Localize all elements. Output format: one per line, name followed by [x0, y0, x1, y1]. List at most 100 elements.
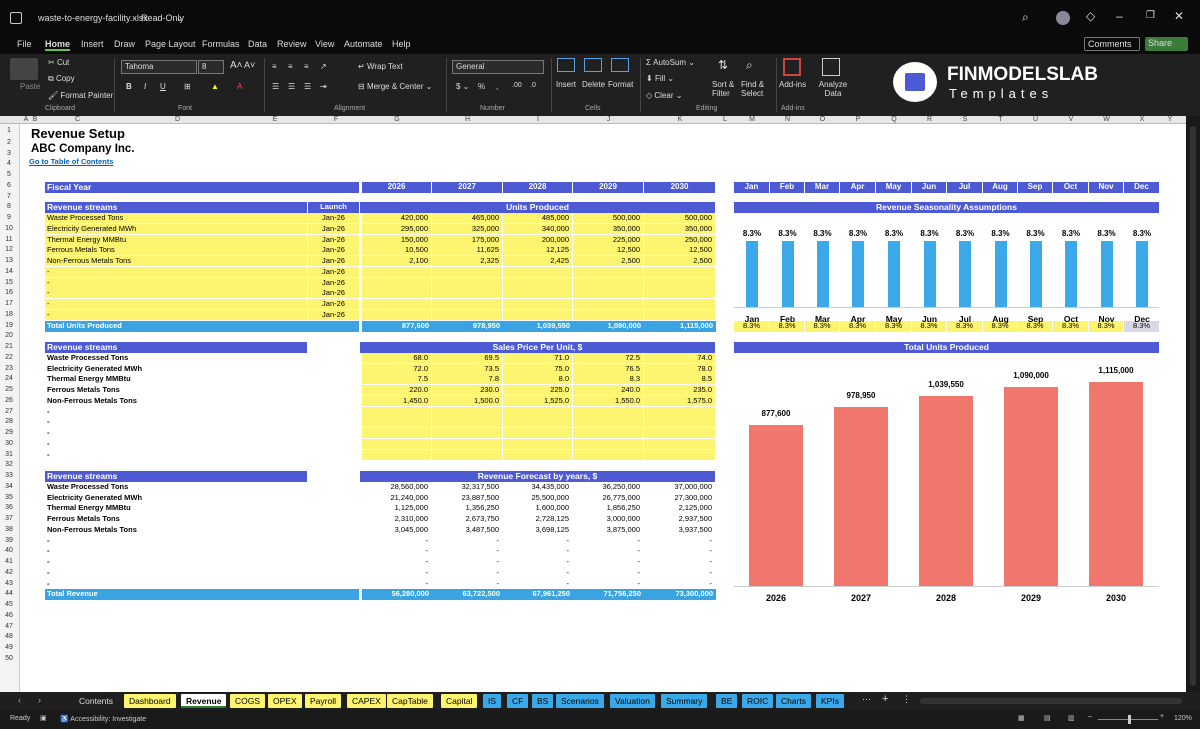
menu-draw[interactable]: Draw [114, 39, 135, 49]
column-header-g[interactable]: G [362, 116, 432, 123]
clear-button[interactable]: ◇ Clear ⌄ [646, 91, 682, 100]
row-header-39[interactable]: 39 [0, 537, 18, 544]
sheet-tab-revenue[interactable]: Revenue [181, 694, 227, 708]
merge-center-button[interactable]: ⊟ Merge & Center ⌄ [358, 82, 432, 91]
sheet-tab-be[interactable]: BE [716, 694, 738, 708]
row-header-34[interactable]: 34 [0, 483, 18, 490]
row-header-21[interactable]: 21 [0, 343, 18, 350]
row-header-11[interactable]: 11 [0, 236, 18, 243]
sheet-tab-bs[interactable]: BS [532, 694, 554, 708]
avatar[interactable] [1056, 11, 1070, 25]
align-left-icon[interactable]: ☰ [272, 82, 279, 91]
percent-icon[interactable]: % [478, 82, 485, 91]
row-header-37[interactable]: 37 [0, 515, 18, 522]
row-header-15[interactable]: 15 [0, 279, 18, 286]
diamond-icon[interactable]: ◇ [1086, 9, 1095, 23]
column-header-m[interactable]: M [734, 116, 770, 123]
column-header-c[interactable]: C [40, 116, 115, 123]
row-header-14[interactable]: 14 [0, 268, 18, 275]
column-header-n[interactable]: N [770, 116, 805, 123]
page-layout-view-icon[interactable]: ▤ [1044, 714, 1051, 722]
font-name-select[interactable]: Tahoma [121, 60, 197, 74]
row-header-5[interactable]: 5 [0, 171, 18, 178]
menu-insert[interactable]: Insert [81, 39, 104, 49]
row-header-42[interactable]: 42 [0, 569, 18, 576]
find-select-button[interactable]: Find & Select [741, 80, 771, 98]
normal-view-icon[interactable]: ▦ [1018, 714, 1025, 722]
row-header-18[interactable]: 18 [0, 311, 18, 318]
zoom-level[interactable]: 120% [1174, 715, 1192, 722]
add-ins-icon[interactable] [783, 58, 801, 76]
column-header-s[interactable]: S [947, 116, 983, 123]
column-header-b[interactable]: B [30, 116, 40, 123]
menu-page-layout[interactable]: Page Layout [145, 39, 196, 49]
row-header-2[interactable]: 2 [0, 139, 18, 146]
increase-font-icon[interactable]: A˄ [230, 60, 243, 71]
chevron-down-icon[interactable]: ⌄ [176, 13, 184, 24]
column-header-j[interactable]: J [573, 116, 644, 123]
comma-icon[interactable]: , [496, 82, 498, 91]
row-header-48[interactable]: 48 [0, 633, 18, 640]
share-button[interactable]: Share [1145, 37, 1188, 51]
row-header-35[interactable]: 35 [0, 494, 18, 501]
column-header-q[interactable]: Q [876, 116, 912, 123]
find-icon[interactable]: ⌕ [746, 58, 753, 73]
column-header-k[interactable]: K [644, 116, 716, 123]
row-header-36[interactable]: 36 [0, 504, 18, 511]
column-header-w[interactable]: W [1089, 116, 1124, 123]
column-header-v[interactable]: V [1053, 116, 1089, 123]
row-header-47[interactable]: 47 [0, 623, 18, 630]
orientation-icon[interactable]: ↗ [320, 62, 327, 71]
increase-decimal-icon[interactable]: .00 [512, 82, 522, 89]
column-header-l[interactable]: L [716, 116, 734, 123]
worksheet-grid[interactable] [0, 116, 1186, 692]
row-header-10[interactable]: 10 [0, 225, 18, 232]
zoom-in-icon[interactable]: + [1160, 713, 1164, 720]
minimize-icon[interactable]: – [1116, 9, 1123, 23]
row-header-27[interactable]: 27 [0, 408, 18, 415]
menu-view[interactable]: View [315, 39, 334, 49]
sheet-tab-is[interactable]: IS [483, 694, 502, 708]
sheet-tab-payroll[interactable]: Payroll [305, 694, 341, 708]
row-header-9[interactable]: 9 [0, 214, 18, 221]
vertical-scrollbar[interactable] [1186, 116, 1200, 692]
delete-cells-button[interactable]: Delete [582, 80, 605, 89]
row-header-12[interactable]: 12 [0, 246, 18, 253]
align-top-icon[interactable]: ≡ [272, 62, 277, 71]
tab-options-icon[interactable]: ⋮ [902, 694, 911, 705]
sheet-tab-contents[interactable]: Contents [74, 694, 119, 708]
toc-link[interactable]: Go to Table of Contents [29, 157, 113, 167]
menu-file[interactable]: File [17, 39, 32, 49]
column-header-e[interactable]: E [240, 116, 310, 123]
decrease-font-icon[interactable]: A˅ [244, 60, 255, 70]
row-header-25[interactable]: 25 [0, 386, 18, 393]
font-size-select[interactable]: 8 [198, 60, 224, 74]
column-header-f[interactable]: F [310, 116, 362, 123]
menu-data[interactable]: Data [248, 39, 267, 49]
italic-button[interactable]: I [144, 82, 146, 91]
row-header-19[interactable]: 19 [0, 322, 18, 329]
comments-button[interactable]: Comments [1084, 37, 1140, 51]
column-header-r[interactable]: R [912, 116, 947, 123]
row-header-45[interactable]: 45 [0, 601, 18, 608]
underline-button[interactable]: U [160, 82, 166, 91]
restore-icon[interactable]: ❐ [1146, 10, 1155, 21]
row-header-1[interactable]: 1 [0, 127, 18, 134]
row-header-22[interactable]: 22 [0, 354, 18, 361]
borders-icon[interactable]: ⊞ [184, 82, 191, 91]
sheet-tab-dashboard[interactable]: Dashboard [124, 694, 176, 708]
column-header-y[interactable]: Y [1160, 116, 1180, 123]
paste-icon[interactable] [10, 58, 38, 80]
menu-formulas[interactable]: Formulas [202, 39, 240, 49]
row-header-33[interactable]: 33 [0, 472, 18, 479]
row-header-26[interactable]: 26 [0, 397, 18, 404]
autosum-button[interactable]: Σ AutoSum ⌄ [646, 58, 695, 67]
macro-icon[interactable]: ▣ [40, 714, 47, 722]
row-header-41[interactable]: 41 [0, 558, 18, 565]
column-header-o[interactable]: O [805, 116, 840, 123]
row-header-38[interactable]: 38 [0, 526, 18, 533]
menu-automate[interactable]: Automate [344, 39, 383, 49]
row-header-50[interactable]: 50 [0, 655, 18, 662]
zoom-out-icon[interactable]: – [1088, 713, 1092, 720]
add-ins-button[interactable]: Add-ins [779, 80, 806, 89]
